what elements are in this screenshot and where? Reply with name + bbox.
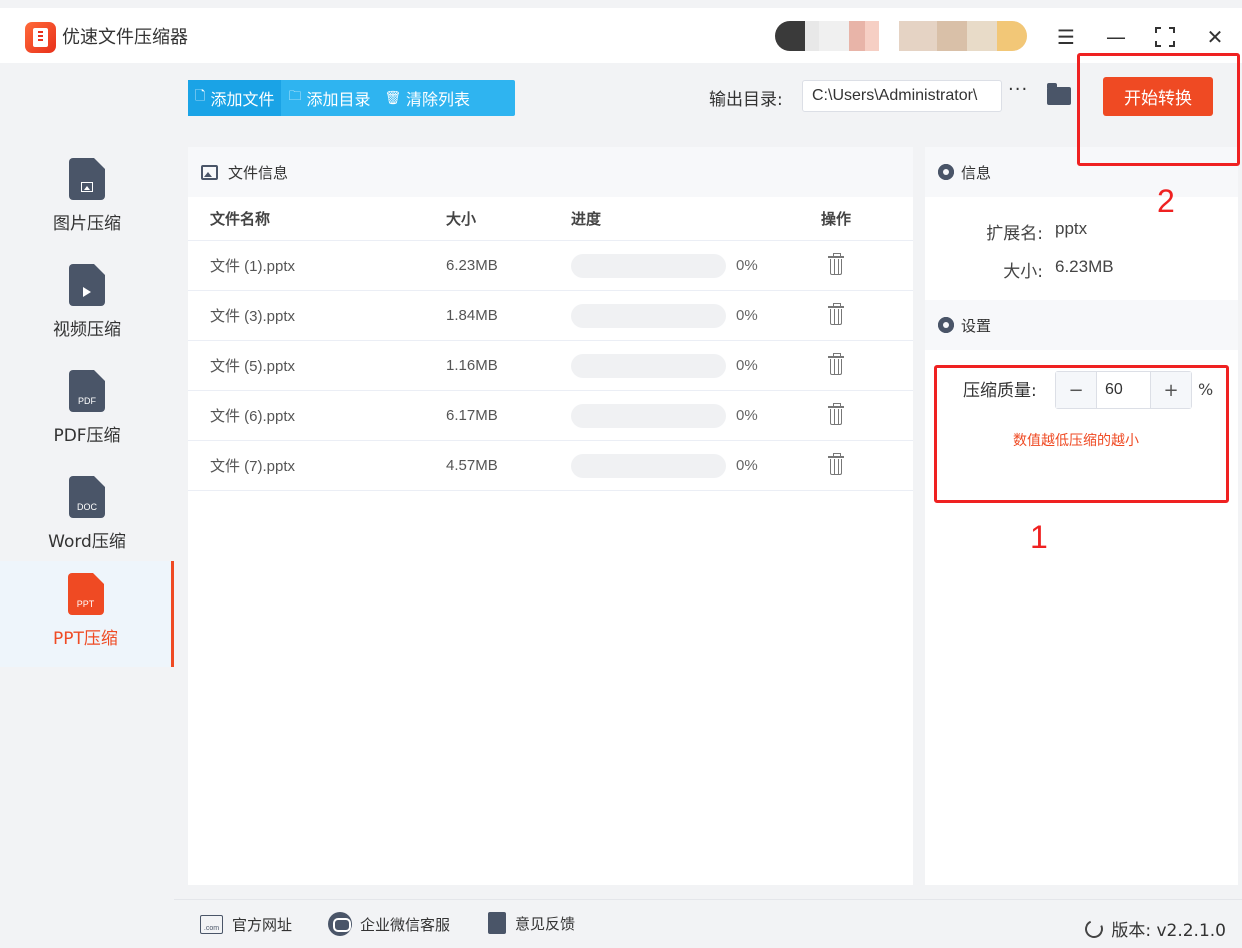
close-icon[interactable]: ✕ (1200, 22, 1230, 52)
column-header-size: 大小 (446, 210, 477, 228)
clear-list-button[interactable]: 🗑 清除列表 (378, 80, 478, 116)
progress-bar (571, 304, 726, 328)
file-size: 6.23MB (446, 257, 498, 274)
file-size: 4.57MB (446, 457, 498, 474)
progress-percent: 0% (736, 457, 758, 474)
progress-percent: 0% (736, 257, 758, 274)
wechat-support-link[interactable]: 企业微信客服 (328, 912, 450, 936)
sidebar-item-label: 视频压缩 (53, 320, 121, 340)
file-panel-header: 文件信息 (188, 147, 913, 197)
table-row: 文件 (5).pptx 1.16MB 0% (188, 341, 913, 391)
file-table-body: 文件 (1).pptx 6.23MB 0% 文件 (3).pptx 1.84MB 0% 文件… (188, 241, 913, 491)
progress-bar (571, 404, 726, 428)
file-icon: 🗋 (195, 89, 206, 104)
progress-percent: 0% (736, 407, 758, 424)
output-dir-label: 输出目录: (709, 90, 783, 110)
table-header: 文件名称 大小 进度 操作 (188, 197, 913, 241)
settings-header: 设置 (925, 300, 1238, 350)
feedback-icon (488, 912, 506, 934)
info-panel: 信息 扩展名: pptx 大小: 6.23MB 设置 压缩质量: − 60 + … (925, 147, 1238, 885)
video-file-icon (69, 264, 105, 306)
progress-bar (571, 354, 726, 378)
chat-icon (328, 912, 352, 936)
progress-bar (571, 454, 726, 478)
extension-value: pptx (1055, 219, 1088, 238)
word-file-icon: DOC (69, 476, 105, 518)
delete-file-icon[interactable] (828, 403, 844, 426)
progress-percent: 0% (736, 307, 758, 324)
table-row: 文件 (3).pptx 1.84MB 0% (188, 291, 913, 341)
app-title: 优速文件压缩器 (62, 27, 188, 48)
add-folder-button[interactable]: 🗀 添加目录 (281, 80, 377, 116)
more-options-button[interactable]: ··· (1008, 79, 1028, 100)
footer: .com 官方网址 企业微信客服 意见反馈 版本: v2.2.1.0 (174, 899, 1242, 948)
file-size: 6.17MB (446, 407, 498, 424)
sidebar-item-pdf-compress[interactable]: PDF PDF压缩 (0, 358, 174, 464)
pdf-file-icon: PDF (69, 370, 105, 412)
file-action-group: 🗋 添加文件 🗀 添加目录 🗑 清除列表 (188, 80, 515, 116)
delete-file-icon[interactable] (828, 253, 844, 276)
sidebar: 图片压缩 视频压缩 PDF PDF压缩 DOC Word压缩 PPT PPT压缩 (0, 63, 174, 948)
annotation-number-2: 2 (1157, 183, 1175, 219)
annotation-number-1: 1 (1030, 519, 1048, 555)
maximize-icon[interactable] (1150, 22, 1180, 52)
file-list-panel: 文件信息 文件名称 大小 进度 操作 文件 (1).pptx 6.23MB 0% 文件… (188, 147, 913, 885)
table-row: 文件 (6).pptx 6.17MB 0% (188, 391, 913, 441)
file-size: 1.84MB (446, 307, 498, 324)
menu-icon[interactable]: ☰ (1051, 22, 1081, 52)
app-logo-icon (25, 22, 56, 53)
size-value: 6.23MB (1055, 257, 1114, 276)
sidebar-item-ppt-compress[interactable]: PPT PPT压缩 (0, 561, 174, 667)
gear-icon (938, 164, 954, 180)
file-name: 文件 (3).pptx (210, 308, 296, 325)
column-header-name: 文件名称 (210, 210, 271, 228)
delete-file-icon[interactable] (828, 453, 844, 476)
ppt-file-icon: PPT (67, 573, 104, 615)
progress-percent: 0% (736, 357, 758, 374)
sidebar-item-video-compress[interactable]: 视频压缩 (0, 252, 174, 358)
annotation-box-2 (1077, 53, 1240, 166)
sidebar-item-label: PPT压缩 (53, 629, 118, 649)
image-file-icon (69, 158, 105, 200)
file-size: 1.16MB (446, 357, 498, 374)
website-icon: .com (200, 915, 223, 934)
title-bar: 优速文件压缩器 ☰ — ✕ (0, 8, 1242, 63)
version-info[interactable]: 版本: v2.2.1.0 (1082, 916, 1226, 941)
refresh-icon (1082, 916, 1106, 941)
column-header-progress: 进度 (571, 210, 602, 228)
extension-label: 扩展名: (986, 224, 1043, 244)
progress-bar (571, 254, 726, 278)
sidebar-item-label: Word压缩 (48, 532, 126, 552)
file-name: 文件 (6).pptx (210, 408, 296, 425)
file-name: 文件 (5).pptx (210, 358, 296, 375)
annotation-box-1 (934, 365, 1229, 503)
user-account-avatar[interactable] (775, 21, 1027, 51)
gear-icon (938, 317, 954, 333)
sidebar-item-word-compress[interactable]: DOC Word压缩 (0, 464, 174, 570)
add-file-button[interactable]: 🗋 添加文件 (188, 80, 282, 116)
minimize-icon[interactable]: — (1101, 22, 1131, 52)
file-name: 文件 (7).pptx (210, 458, 296, 475)
column-header-action: 操作 (821, 210, 852, 228)
website-link[interactable]: .com 官方网址 (200, 914, 292, 935)
sidebar-item-label: 图片压缩 (53, 214, 121, 234)
table-row: 文件 (7).pptx 4.57MB 0% (188, 441, 913, 491)
delete-file-icon[interactable] (828, 303, 844, 326)
folder-outline-icon: 🗀 (288, 89, 302, 104)
size-label: 大小: (1003, 262, 1043, 282)
feedback-link[interactable]: 意见反馈 (488, 912, 575, 934)
sidebar-item-image-compress[interactable]: 图片压缩 (0, 146, 174, 252)
sidebar-item-label: PDF压缩 (53, 426, 121, 446)
output-dir-input[interactable]: C:\Users\Administrator\ (802, 80, 1002, 112)
folder-icon[interactable] (1047, 83, 1071, 105)
picture-icon (201, 164, 218, 180)
delete-file-icon[interactable] (828, 353, 844, 376)
trash-icon: 🗑 (384, 90, 402, 106)
file-name: 文件 (1).pptx (210, 258, 296, 275)
table-row: 文件 (1).pptx 6.23MB 0% (188, 241, 913, 291)
